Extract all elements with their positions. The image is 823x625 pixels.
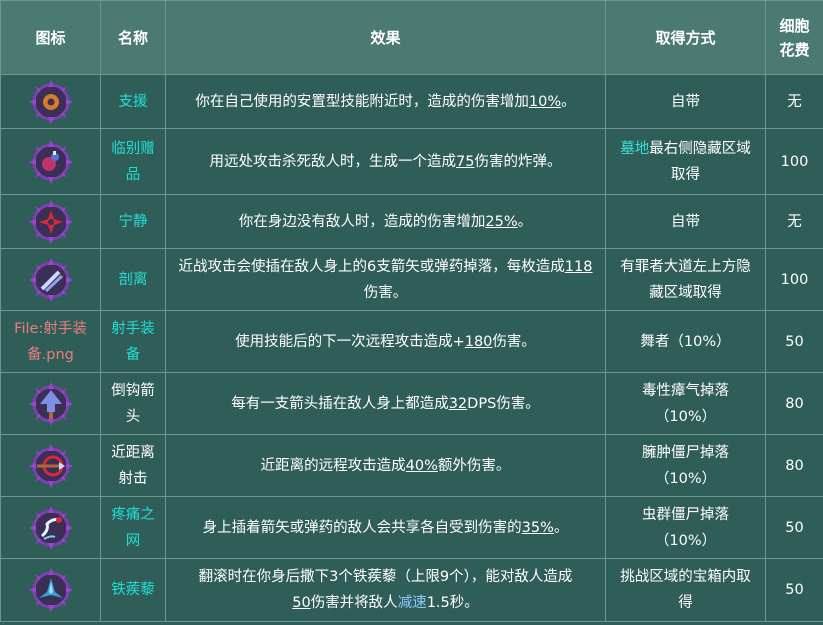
table-row: 近距离 射击 近距离的远程攻击造成40%额外伤害。 臃肿僵尸掉落 （10%） 80: [0, 434, 823, 497]
header-obtain[interactable]: 取得方式: [605, 0, 766, 75]
row-obtain: 舞者（10%）: [605, 310, 766, 373]
tranquility-icon[interactable]: [28, 199, 73, 244]
row-effect: 翻滚时在你身后撒下3个铁蒺藜（上限9个），能对敌人造成 50伤害并将敌人减速1.5…: [165, 558, 606, 622]
header-effect[interactable]: 效果: [165, 0, 606, 75]
dislocation-icon[interactable]: [28, 257, 73, 302]
header-name[interactable]: 名称: [100, 0, 166, 75]
row-cost: 50: [765, 496, 823, 559]
row-effect: 你在身边没有敌人时，造成的伤害增加25%。: [165, 194, 606, 249]
missing-file-link[interactable]: File:射手装 备.png: [14, 321, 87, 363]
row-effect: 使用技能后的下一次远程攻击造成+180伤害。: [165, 310, 606, 373]
row-obtain: 臃肿僵尸掉落 （10%）: [605, 434, 766, 497]
farewell-gift-icon[interactable]: [28, 139, 73, 184]
barbed-arrow-icon[interactable]: [28, 381, 73, 426]
mutations-table: 图标 名称 效果 取得方式 细胞 花费 支援 你在自己使用的安置型技能附近时，造成…: [0, 0, 823, 622]
row-cost: 80: [765, 372, 823, 435]
caltrops-icon[interactable]: [28, 568, 73, 612]
table-row: 铁蒺藜 翻滚时在你身后撒下3个铁蒺藜（上限9个），能对敌人造成 50伤害并将敌人减…: [0, 558, 823, 622]
table-row: File:射手装 备.png 射手装备 使用技能后的下一次远程攻击造成+180伤害…: [0, 310, 823, 373]
row-cost: 100: [765, 248, 823, 311]
header-row: 图标 名称 效果 取得方式 细胞 花费: [0, 0, 823, 75]
row-obtain: 虫群僵尸掉落 （10%）: [605, 496, 766, 559]
row-obtain: 有罪者大道左上方隐 藏区域取得: [605, 248, 766, 311]
slow-link[interactable]: 减速: [398, 595, 427, 611]
row-obtain: 挑战区域的宝箱内取得: [605, 558, 766, 622]
row-cost: 无: [765, 194, 823, 249]
row-obtain: 墓地最右侧隐藏区域 取得: [605, 128, 766, 195]
row-name: 近距离 射击: [111, 444, 155, 487]
row-name-link[interactable]: 支援: [119, 94, 148, 110]
point-blank-icon[interactable]: [28, 443, 73, 488]
row-name-link[interactable]: 射手装备: [111, 321, 155, 363]
row-name: 倒钩箭头: [111, 382, 155, 425]
row-name-link[interactable]: 临别赠品: [111, 141, 155, 183]
header-cost[interactable]: 细胞 花费: [765, 0, 823, 75]
row-cost: 50: [765, 558, 823, 622]
support-icon[interactable]: [28, 79, 73, 124]
row-effect: 你在自己使用的安置型技能附近时，造成的伤害增加10%。: [165, 74, 606, 129]
row-effect: 每有一支箭头插在敌人身上都造成32DPS伤害。: [165, 372, 606, 435]
row-effect: 用远处攻击杀死敌人时，生成一个造成75伤害的炸弹。: [165, 128, 606, 195]
header-icon[interactable]: 图标: [0, 0, 101, 75]
table-row: 剖离 近战攻击会使插在敌人身上的6支箭矢或弹药掉落，每枚造成118伤害。 有罪者…: [0, 248, 823, 311]
row-effect: 近战攻击会使插在敌人身上的6支箭矢或弹药掉落，每枚造成118伤害。: [165, 248, 606, 311]
graveyard-link[interactable]: 墓地: [620, 141, 649, 157]
table-row: 疼痛之网 身上插着箭矢或弹药的敌人会共享各自受到伤害的35%。 虫群僵尸掉落 （1…: [0, 496, 823, 559]
row-cost: 50: [765, 310, 823, 373]
table-row: 宁静 你在身边没有敌人时，造成的伤害增加25%。 自带 无: [0, 194, 823, 249]
row-cost: 100: [765, 128, 823, 195]
row-obtain: 自带: [605, 194, 766, 249]
table-row: 倒钩箭头 每有一支箭头插在敌人身上都造成32DPS伤害。 毒性瘴气掉落 （10%）…: [0, 372, 823, 435]
row-effect: 身上插着箭矢或弹药的敌人会共享各自受到伤害的35%。: [165, 496, 606, 559]
row-cost: 无: [765, 74, 823, 129]
row-name-link[interactable]: 宁静: [119, 214, 148, 230]
row-effect: 近距离的远程攻击造成40%额外伤害。: [165, 434, 606, 497]
row-cost: 80: [765, 434, 823, 497]
row-obtain: 毒性瘴气掉落 （10%）: [605, 372, 766, 435]
row-name-link[interactable]: 疼痛之网: [111, 507, 155, 549]
table-row: 临别赠品 用远处攻击杀死敌人时，生成一个造成75伤害的炸弹。 墓地最右侧隐藏区域…: [0, 128, 823, 195]
row-name-link[interactable]: 铁蒺藜: [111, 582, 155, 598]
web-of-pain-icon[interactable]: [28, 505, 73, 550]
row-obtain: 自带: [605, 74, 766, 129]
table-row: 支援 你在自己使用的安置型技能附近时，造成的伤害增加10%。 自带 无: [0, 74, 823, 129]
row-name-link[interactable]: 剖离: [119, 272, 148, 288]
